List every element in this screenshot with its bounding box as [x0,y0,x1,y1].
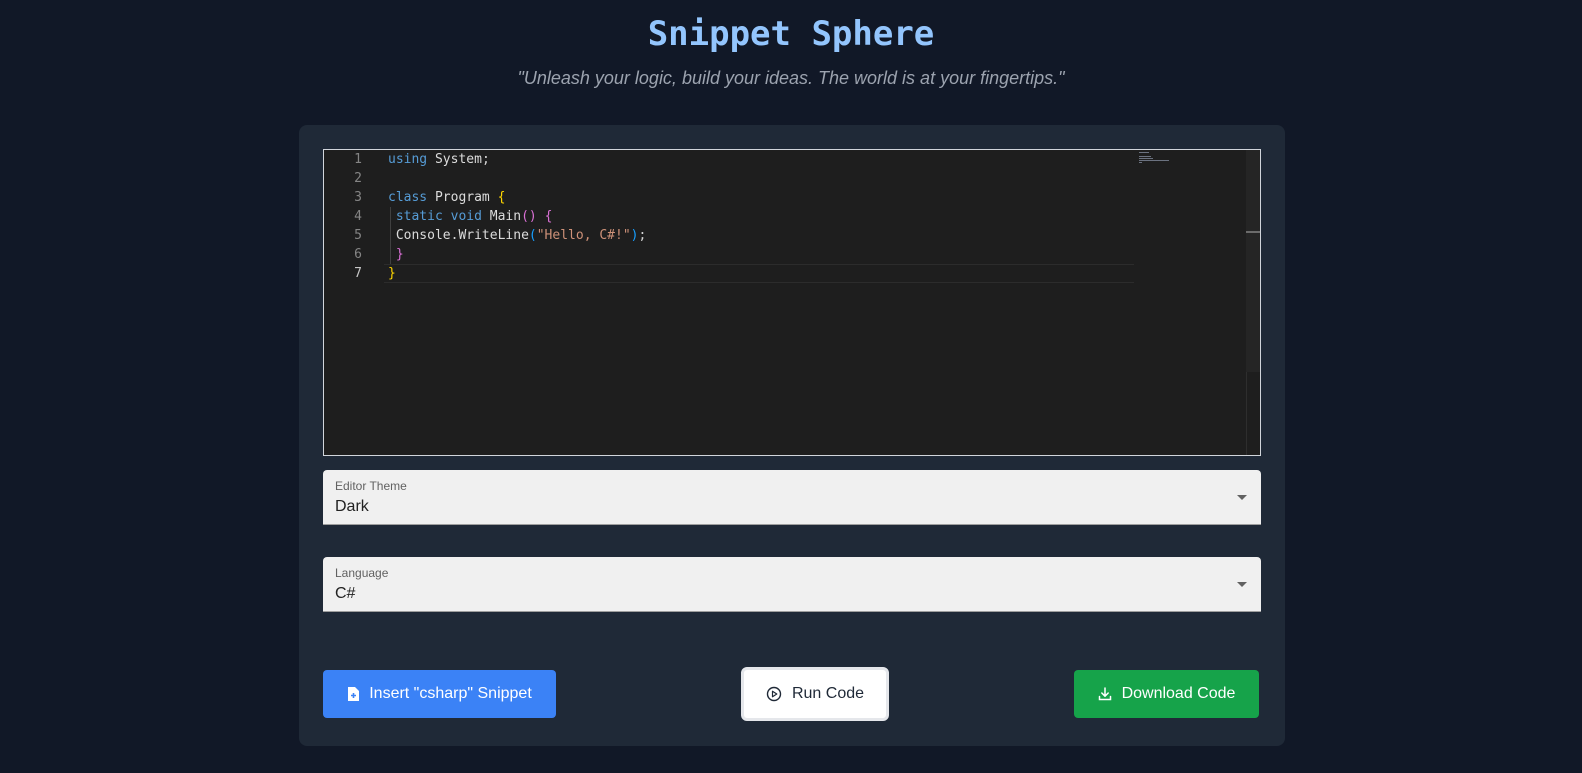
minimap[interactable] [1139,152,1179,164]
editor-theme-label: Editor Theme [335,479,407,493]
code-line-5: Console.WriteLine("Hello, C#!"); [395,228,647,243]
run-code-button[interactable]: Run Code [741,667,889,721]
line-number: 3 [354,190,362,205]
caret-down-icon [1237,582,1247,587]
run-code-label: Run Code [791,685,865,702]
scrollbar-thumb[interactable] [1246,150,1260,372]
code-line-4: static void Main() { [395,209,553,224]
insert-snippet-label: Insert "csharp" Snippet [369,685,532,702]
download-code-label: Download Code [1121,685,1236,702]
minimap-line [1139,156,1151,157]
code-editor[interactable]: 1 2 3 4 5 6 7 using System; class Progra… [323,149,1261,456]
code-line-1: using System; [388,152,490,167]
code-line-3: class Program { [388,190,506,205]
language-value: C# [335,585,356,602]
line-number-active: 7 [354,266,362,281]
editor-theme-value: Dark [335,498,369,515]
line-number: 2 [354,171,362,186]
minimap-line [1139,158,1153,159]
line-number: 1 [354,152,362,167]
download-icon [1098,687,1112,701]
code-area[interactable]: using System; class Program { static voi… [388,150,1138,455]
line-number-gutter: 1 2 3 4 5 6 7 [324,150,380,455]
editor-theme-select[interactable]: Editor Theme Dark [323,470,1261,525]
language-select[interactable]: Language C# [323,557,1261,612]
caret-down-icon [1237,495,1247,500]
editor-scrollbar[interactable] [1246,150,1260,455]
minimap-line [1139,152,1149,153]
play-circle-icon [766,686,782,702]
language-label: Language [335,566,389,580]
code-line-7: } [388,266,396,281]
line-number: 5 [354,228,362,243]
scrollbar-cursor-marker [1246,231,1260,233]
download-code-button[interactable]: Download Code [1074,670,1259,718]
code-line-6: } [395,247,404,262]
file-plus-icon [347,687,360,701]
editor-card: 1 2 3 4 5 6 7 using System; class Progra… [299,125,1285,746]
insert-snippet-button[interactable]: Insert "csharp" Snippet [323,670,556,718]
line-number: 4 [354,209,362,224]
minimap-line [1139,160,1169,161]
page-subtitle: "Unleash your logic, build your ideas. T… [517,68,1065,88]
line-number: 6 [354,247,362,262]
page-title: Snippet Sphere [647,14,935,54]
minimap-line [1139,162,1142,163]
